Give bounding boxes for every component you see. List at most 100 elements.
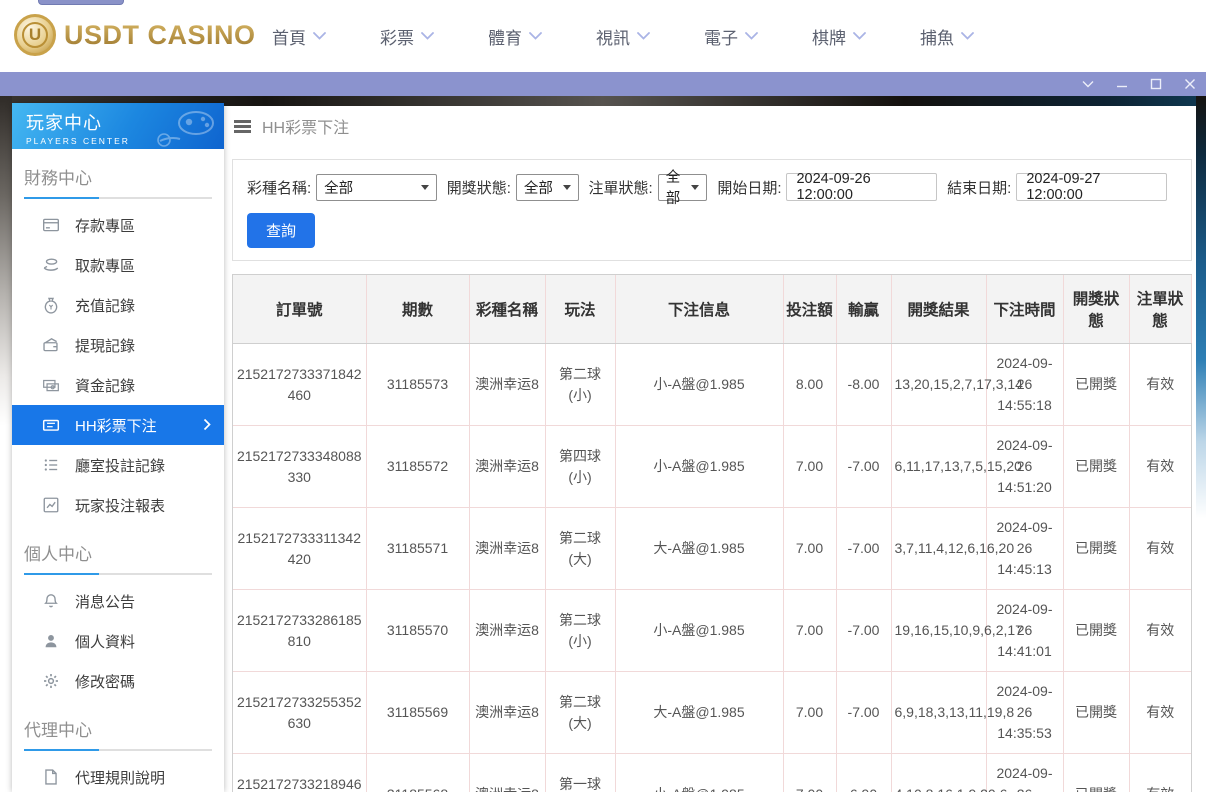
- nav-item-label: 棋牌: [812, 28, 846, 48]
- cell-bet-amount: 7.00: [783, 425, 837, 508]
- table-header-cell: 下注時間: [986, 275, 1064, 344]
- collapse-chevron-button[interactable]: [1081, 78, 1094, 91]
- sidebar-item-agent-rules[interactable]: 代理規則說明: [12, 757, 224, 792]
- bets-table: 訂單號 期數 彩種名稱 玩法 下注信息 投注額 輸贏 開獎結果 下注時間 開獎狀…: [232, 274, 1192, 792]
- sidebar-item-announcements[interactable]: 消息公告: [12, 581, 224, 621]
- start-date-input[interactable]: 2024-09-26 12:00:00: [786, 171, 938, 203]
- cell-bet-amount: 7.00: [783, 507, 837, 590]
- close-button[interactable]: [1183, 78, 1196, 91]
- cell-draw-result: 6,9,18,3,13,11,19,8: [891, 671, 1014, 754]
- cell-lottery-name: 澳洲幸运8: [469, 753, 546, 792]
- wallet-out-icon: [42, 336, 60, 354]
- bell-icon: [42, 592, 60, 610]
- gamepad-icon: [157, 111, 214, 147]
- cell-play-type: 第二球(大): [545, 507, 616, 590]
- sidebar-item-hh-lottery-bets[interactable]: HH彩票下注: [12, 405, 224, 445]
- filter-panel: 彩種名稱: 全部 開獎狀態: 全部 注單狀態: 全部 開始日期: 2024-09…: [232, 159, 1192, 261]
- select-arrow-icon: [691, 184, 700, 190]
- money-bag-icon: [42, 296, 60, 314]
- cell-draw-result: 19,16,15,10,9,6,2,17: [891, 589, 1023, 672]
- nav-item[interactable]: 彩票: [380, 24, 434, 49]
- cell-win-loss: 6.90: [836, 753, 892, 792]
- nav-item[interactable]: 體育: [488, 24, 542, 49]
- chevron-down-icon: [529, 32, 542, 40]
- cell-bet-amount: 8.00: [783, 343, 837, 426]
- sidebar-item-player-bet-report[interactable]: 玩家投注報表: [12, 485, 224, 525]
- table-header-cell: 輸贏: [836, 275, 892, 344]
- cell-order-status: 有效: [1129, 753, 1191, 792]
- sidebar-item-recharge-record[interactable]: 充值記錄: [12, 285, 224, 325]
- report-chart-icon: [42, 496, 60, 514]
- cell-bet-amount: 7.00: [783, 753, 837, 792]
- order-status-filter-label: 注單狀態:: [588, 179, 653, 197]
- sidebar-item-label: 消息公告: [75, 593, 136, 611]
- section-title-finance: 財務中心: [24, 169, 92, 188]
- sidebar-item-label: HH彩票下注: [75, 417, 157, 435]
- sidebar-item-deposit[interactable]: 存款專區: [12, 205, 224, 245]
- cell-win-loss: -7.00: [836, 425, 892, 508]
- order-status-select[interactable]: 全部: [657, 170, 708, 207]
- cell-draw-result: 13,20,15,2,7,17,3,14: [891, 343, 1023, 426]
- maximize-button[interactable]: [1149, 78, 1162, 91]
- nav-item[interactable]: 捕魚: [920, 24, 974, 49]
- sidebar-item-withdraw[interactable]: 取款專區: [12, 245, 224, 285]
- table-header-cell: 期數: [366, 275, 470, 344]
- draw-status-select[interactable]: 全部: [515, 173, 579, 201]
- menu-hamburger-icon[interactable]: [234, 120, 251, 123]
- lottery-select[interactable]: 全部: [316, 173, 437, 201]
- nav-item[interactable]: 棋牌: [812, 24, 866, 49]
- background-right-strip: [1196, 96, 1206, 576]
- cell-draw-status: 已開獎: [1063, 589, 1130, 672]
- minimize-button[interactable]: [1115, 78, 1128, 91]
- cell-order-status: 有效: [1129, 343, 1191, 426]
- nav-item[interactable]: 電子: [704, 24, 758, 49]
- chevron-right-icon: [203, 418, 211, 431]
- workspace: 玩家中心 PLAYERS CENTER 財務中心 存款專區 取款專區 充值記錄 …: [0, 96, 1206, 792]
- cell-draw-result: 3,7,11,4,12,6,16,20: [891, 507, 1014, 590]
- cell-bet-info: 大-A盤@1.985: [615, 507, 784, 590]
- cell-lottery-name: 澳洲幸运8: [469, 425, 546, 508]
- cell-play-type: 第二球(大): [545, 671, 616, 754]
- sidebar-header: 玩家中心 PLAYERS CENTER: [12, 103, 224, 149]
- sidebar-item-label: 廳室投註記錄: [75, 457, 166, 475]
- cell-win-loss: -8.00: [836, 343, 892, 426]
- nav-item[interactable]: 視訊: [596, 24, 650, 49]
- cell-lottery-name: 澳洲幸运8: [469, 589, 546, 672]
- cell-draw-status: 已開獎: [1063, 343, 1130, 426]
- logo-text: USDT CASINO: [64, 19, 256, 50]
- nav-item[interactable]: 首頁: [272, 24, 326, 49]
- cell-draw-result: 6,11,17,13,7,5,15,20: [891, 425, 1022, 508]
- sidebar: 玩家中心 PLAYERS CENTER 財務中心 存款專區 取款專區 充值記錄 …: [12, 103, 224, 792]
- sidebar-item-label: 修改密碼: [75, 673, 136, 691]
- sidebar-item-label: 個人資料: [75, 633, 136, 651]
- logo[interactable]: U USDT CASINO: [14, 14, 256, 56]
- cell-lottery-name: 澳洲幸运8: [469, 671, 546, 754]
- end-date-input[interactable]: 2024-09-27 12:00:00: [1016, 171, 1167, 203]
- withdraw-hand-icon: [42, 256, 60, 274]
- nav-item-label: 首頁: [272, 28, 306, 48]
- window-title-bar: [0, 72, 1206, 96]
- table-header-cell: 開獎結果: [891, 275, 987, 344]
- table-header-cell: 開獎狀態: [1063, 275, 1130, 344]
- sidebar-item-label: 取款專區: [75, 257, 136, 275]
- chevron-down-icon: [421, 32, 434, 40]
- browser-tab-stub[interactable]: [38, 0, 124, 5]
- page-title: HH彩票下注: [262, 120, 350, 137]
- sidebar-item-profile[interactable]: 個人資料: [12, 621, 224, 661]
- cell-play-type: 第一球(小): [545, 753, 616, 792]
- gear-icon: [42, 672, 60, 690]
- table-header-cell: 訂單號: [233, 275, 367, 344]
- sidebar-item-hall-bet-records[interactable]: 廳室投註記錄: [12, 445, 224, 485]
- breadcrumb: HH彩票下注: [232, 104, 1192, 150]
- sidebar-item-funds-record[interactable]: 資金記錄: [12, 365, 224, 405]
- cell-win-loss: -7.00: [836, 507, 892, 590]
- sidebar-item-withdraw-record[interactable]: 提現記錄: [12, 325, 224, 365]
- sidebar-item-change-password[interactable]: 修改密碼: [12, 661, 224, 701]
- person-icon: [42, 632, 60, 650]
- cell-order-no: 2152172733311342420: [233, 507, 367, 590]
- cell-bet-amount: 7.00: [783, 671, 837, 754]
- cell-play-type: 第二球(小): [545, 589, 616, 672]
- table-header-row: 訂單號 期數 彩種名稱 玩法 下注信息 投注額 輸贏 開獎結果 下注時間 開獎狀…: [233, 275, 1192, 344]
- document-icon: [42, 768, 60, 786]
- query-button[interactable]: 查詢: [247, 213, 316, 248]
